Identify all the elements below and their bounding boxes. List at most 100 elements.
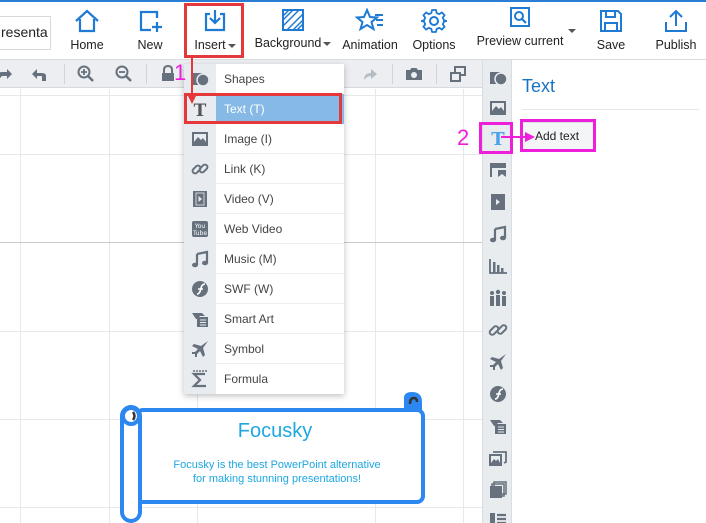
publish-label: Publish bbox=[655, 38, 697, 52]
background-icon[interactable] bbox=[488, 160, 508, 180]
animation-icon bbox=[355, 8, 383, 32]
menu-item-label: Web Video bbox=[224, 222, 283, 236]
menu-item-video[interactable]: Video (V) bbox=[184, 184, 344, 214]
banner-title: Focusky bbox=[237, 420, 313, 442]
menu-item-label: Shapes bbox=[224, 72, 265, 86]
duplicate-icon bbox=[450, 66, 466, 82]
sigma-icon bbox=[191, 370, 207, 388]
video-icon bbox=[193, 191, 207, 207]
redo-arrow-icon bbox=[364, 69, 377, 80]
menu-item-label: Link (K) bbox=[224, 162, 266, 176]
menu-item-shapes[interactable]: Shapes bbox=[184, 64, 344, 94]
save-button[interactable]: Save bbox=[590, 4, 632, 60]
publish-button[interactable]: Publish bbox=[650, 4, 702, 60]
menu-item-smart-art[interactable]: Smart Art bbox=[184, 304, 344, 334]
home-icon bbox=[75, 9, 99, 33]
publish-icon bbox=[665, 9, 687, 32]
options-label: Options bbox=[412, 38, 456, 52]
menu-item-label: SWF (W) bbox=[224, 282, 274, 296]
scroll-text-frame[interactable]: Focusky Focusky is the best PowerPoint a… bbox=[120, 390, 430, 523]
background-label-text: Background bbox=[254, 36, 322, 50]
background-button[interactable]: Background bbox=[252, 4, 334, 60]
swf-icon bbox=[192, 281, 208, 297]
airplane-icon[interactable] bbox=[488, 352, 508, 372]
redo-button[interactable] bbox=[0, 64, 14, 84]
ribbon-toolbar: resenta Home New Insert Background Anima… bbox=[0, 2, 706, 60]
banner-line-1: Focusky is the best PowerPoint alternati… bbox=[173, 459, 381, 471]
link-icon bbox=[191, 163, 209, 175]
home-button[interactable]: Home bbox=[64, 4, 110, 60]
menu-item-label: Symbol bbox=[224, 342, 265, 356]
zoom-out-button[interactable] bbox=[114, 64, 134, 84]
airplane-icon bbox=[192, 341, 208, 357]
undo-button[interactable] bbox=[30, 64, 50, 84]
annotation-insert-highlight bbox=[184, 3, 244, 58]
home-label: Home bbox=[70, 38, 104, 52]
new-button[interactable]: New bbox=[130, 4, 170, 60]
new-icon bbox=[139, 10, 162, 32]
link-icon[interactable] bbox=[488, 320, 508, 340]
youtube-icon: YouTube bbox=[192, 221, 208, 237]
toolbar-divider bbox=[64, 64, 65, 84]
background-icon bbox=[282, 9, 304, 31]
music-icon[interactable] bbox=[488, 224, 508, 244]
menu-item-formula[interactable]: Formula bbox=[184, 364, 344, 394]
duplicate-button[interactable] bbox=[448, 64, 468, 84]
menu-item-symbol[interactable]: Symbol bbox=[184, 334, 344, 364]
toolbar-divider bbox=[146, 64, 147, 84]
presentation-title-field[interactable]: resenta bbox=[0, 16, 51, 50]
svg-text:You: You bbox=[194, 223, 206, 230]
zoom-in-button[interactable] bbox=[76, 64, 96, 84]
menu-item-image[interactable]: Image (I) bbox=[184, 124, 344, 154]
menu-item-label: Video (V) bbox=[224, 192, 274, 206]
menu-item-link[interactable]: Link (K) bbox=[184, 154, 344, 184]
menu-item-swf[interactable]: SWF (W) bbox=[184, 274, 344, 304]
scroll-frame-shape bbox=[120, 392, 425, 523]
banner-line-2: for making stunning presentations! bbox=[192, 473, 362, 485]
undo-icon bbox=[32, 69, 46, 81]
menu-item-music[interactable]: Music (M) bbox=[184, 244, 344, 274]
video-icon[interactable] bbox=[488, 192, 508, 212]
people-icon[interactable] bbox=[488, 288, 508, 308]
preview-current-button[interactable]: Preview current bbox=[470, 4, 570, 60]
image-icon bbox=[192, 132, 208, 146]
app-window: resenta Home New Insert Background Anima… bbox=[0, 0, 706, 523]
annotation-arrow-2 bbox=[501, 132, 535, 142]
annotation-step-2: 2 bbox=[457, 125, 470, 150]
zoom-out-icon bbox=[115, 65, 132, 82]
annotation-step-1: 1 bbox=[174, 60, 187, 85]
banner-body: Focusky is the best PowerPoint alternati… bbox=[142, 458, 412, 486]
smart-art-icon bbox=[192, 313, 208, 327]
preview-dropdown-chevron-icon[interactable] bbox=[568, 29, 576, 33]
preview-current-label: Preview current bbox=[476, 34, 564, 48]
swf-icon[interactable] bbox=[488, 384, 508, 404]
chevron-down-icon bbox=[323, 41, 332, 46]
panel-divider bbox=[522, 109, 699, 110]
gear-icon bbox=[421, 9, 447, 33]
preview-icon bbox=[510, 7, 530, 27]
annotation-text-item-highlight bbox=[184, 93, 342, 124]
panel-title: Text bbox=[522, 76, 556, 96]
animation-label: Animation bbox=[342, 38, 398, 52]
camera-button[interactable] bbox=[404, 64, 424, 84]
animation-button[interactable]: Animation bbox=[340, 4, 400, 60]
menu-item-label: Music (M) bbox=[224, 252, 277, 266]
redo-icon bbox=[0, 69, 12, 79]
options-button[interactable]: Options bbox=[408, 4, 460, 60]
annotation-arrow-1 bbox=[187, 56, 197, 104]
redo-arrow-button[interactable] bbox=[360, 64, 380, 84]
smart-art-icon[interactable] bbox=[488, 416, 508, 436]
layers-icon[interactable] bbox=[488, 480, 508, 500]
image-icon[interactable] bbox=[488, 98, 508, 118]
list-icon[interactable] bbox=[488, 510, 508, 523]
toolbar-divider bbox=[436, 64, 437, 84]
background-label: Background bbox=[252, 36, 334, 50]
save-icon bbox=[600, 10, 622, 32]
shapes-icon[interactable] bbox=[488, 68, 508, 88]
toolbar-divider bbox=[392, 64, 393, 84]
save-label: Save bbox=[596, 38, 626, 52]
chart-icon[interactable] bbox=[488, 256, 508, 276]
new-label: New bbox=[137, 38, 163, 52]
gallery-icon[interactable] bbox=[488, 448, 508, 468]
menu-item-web-video[interactable]: You Tube Web Video bbox=[184, 214, 344, 244]
